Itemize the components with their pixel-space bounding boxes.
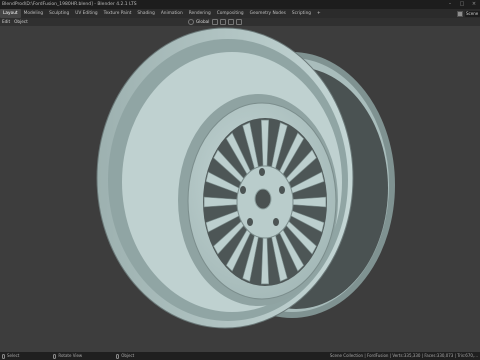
- mouse-middle-icon: [53, 353, 57, 359]
- hint-rotate: Rotate View: [53, 352, 82, 360]
- title-bar: BlendProd\D:\FordFusion_1980HR.blend] - …: [0, 0, 480, 9]
- minimize-button[interactable]: –: [444, 0, 456, 9]
- orientation-label: Global: [196, 19, 210, 24]
- add-workspace-button[interactable]: +: [314, 9, 324, 18]
- window-title: BlendProd\D:\FordFusion_1980HR.blend] - …: [2, 2, 137, 7]
- scene-icon[interactable]: [457, 10, 463, 17]
- orientation-icon: [188, 19, 194, 25]
- wheel-face: [178, 94, 338, 306]
- tab-geometry-nodes[interactable]: Geometry Nodes: [247, 9, 289, 18]
- hint-object-label: Object: [121, 353, 135, 358]
- tab-texture-paint[interactable]: Texture Paint: [101, 9, 135, 18]
- workspace-tabs: Layout Modeling Sculpting UV Editing Tex…: [0, 9, 324, 18]
- maximize-button[interactable]: □: [456, 0, 468, 9]
- workspace-bar: Layout Modeling Sculpting UV Editing Tex…: [0, 9, 480, 18]
- menu-edit[interactable]: Edit: [2, 18, 10, 26]
- scene-selector: Scene: [457, 10, 480, 17]
- tab-shading[interactable]: Shading: [134, 9, 157, 18]
- tab-sculpting[interactable]: Sculpting: [46, 9, 72, 18]
- close-button[interactable]: ×: [468, 0, 480, 9]
- hint-object: Object: [116, 352, 134, 360]
- tab-scripting[interactable]: Scripting: [289, 9, 314, 18]
- status-bar: Select Rotate View Object Scene Collecti…: [0, 352, 480, 360]
- tab-modeling[interactable]: Modeling: [21, 9, 47, 18]
- tab-layout[interactable]: Layout: [0, 9, 21, 18]
- viewport-header: Edit Object Global: [0, 18, 480, 26]
- tab-uv-editing[interactable]: UV Editing: [72, 9, 100, 18]
- menu-object[interactable]: Object: [14, 18, 28, 26]
- proportional-edit-icon[interactable]: [236, 19, 243, 25]
- tab-compositing[interactable]: Compositing: [214, 9, 247, 18]
- tab-rendering[interactable]: Rendering: [186, 9, 214, 18]
- status-hints: Select Rotate View Object: [2, 352, 168, 360]
- tab-animation[interactable]: Animation: [158, 9, 186, 18]
- 3d-viewport[interactable]: [0, 26, 480, 352]
- snap-icon[interactable]: [220, 19, 227, 25]
- wheel-rim-render: [96, 27, 395, 329]
- scene-statistics: Scene Collection | FordFusion | Verts:33…: [329, 353, 478, 358]
- hint-rotate-label: Rotate View: [58, 353, 83, 358]
- snap-target-icon[interactable]: [228, 19, 235, 25]
- pivot-icon[interactable]: [212, 19, 219, 25]
- scene-name-field[interactable]: Scene: [465, 10, 480, 17]
- hint-select-label: Select: [7, 353, 20, 358]
- mouse-right-icon: [116, 353, 120, 359]
- orientation-dropdown[interactable]: Global: [188, 18, 209, 26]
- mouse-left-icon: [2, 353, 5, 359]
- window-controls: – □ ×: [444, 0, 480, 9]
- hint-select: Select: [2, 352, 19, 360]
- viewport-menu: Edit Object: [2, 18, 32, 26]
- transform-tools: Global: [188, 19, 244, 25]
